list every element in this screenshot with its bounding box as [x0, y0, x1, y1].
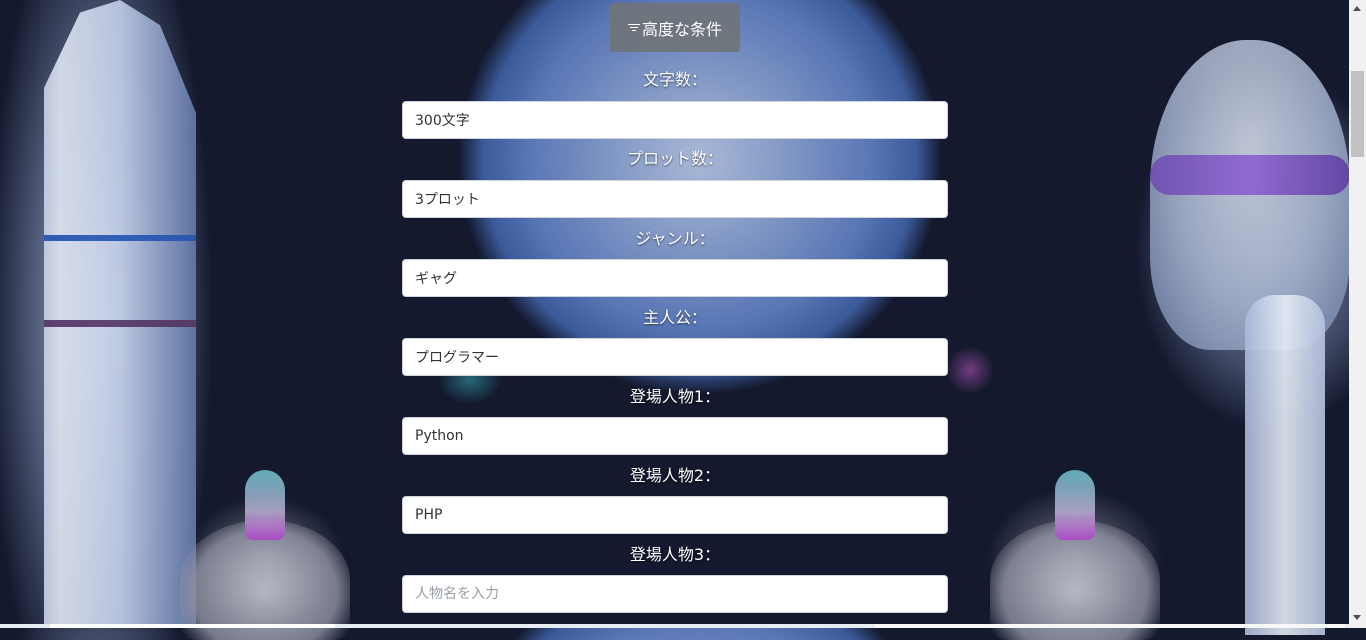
protagonist-label: 主人公： [642, 308, 707, 327]
rocket-band [44, 235, 196, 241]
tower-ring [1150, 155, 1350, 195]
character-1-input[interactable] [402, 417, 948, 455]
char-count-input[interactable] [402, 101, 948, 139]
horizontal-scrollbar[interactable] [0, 624, 1349, 628]
advanced-conditions-button[interactable]: 高度な条件 [610, 3, 740, 52]
character-2-input[interactable] [402, 496, 948, 534]
scroll-down-icon[interactable] [1353, 615, 1361, 620]
pod-illustration [180, 470, 350, 640]
vertical-scrollbar[interactable] [1349, 0, 1366, 628]
pod-dome [245, 470, 285, 540]
rocket-illustration [44, 0, 196, 628]
character-3-input[interactable] [402, 575, 948, 613]
char-count-label: 文字数： [642, 70, 707, 89]
character-2-label: 登場人物2： [629, 466, 721, 485]
genre-label: ジャンル： [635, 229, 715, 248]
filter-icon [627, 23, 640, 33]
pod-dome [1055, 470, 1095, 540]
scrollbar-segment [875, 624, 1345, 628]
advanced-conditions-label: 高度な条件 [641, 19, 722, 39]
tower-cap [1150, 40, 1350, 350]
pod-illustration [990, 470, 1160, 640]
tower-illustration [1150, 40, 1350, 635]
plot-count-input[interactable] [402, 180, 948, 218]
tower-stem [1245, 295, 1325, 635]
scrollbar-thumb[interactable] [1351, 71, 1364, 157]
plot-count-label: プロット数： [626, 149, 723, 168]
character-3-label: 登場人物3： [629, 545, 721, 564]
protagonist-input[interactable] [402, 338, 948, 376]
rocket-band [44, 320, 196, 327]
scrollbar-segment [50, 624, 335, 628]
genre-input[interactable] [402, 259, 948, 297]
scroll-up-icon[interactable] [1353, 6, 1361, 11]
character-1-label: 登場人物1： [629, 387, 721, 406]
